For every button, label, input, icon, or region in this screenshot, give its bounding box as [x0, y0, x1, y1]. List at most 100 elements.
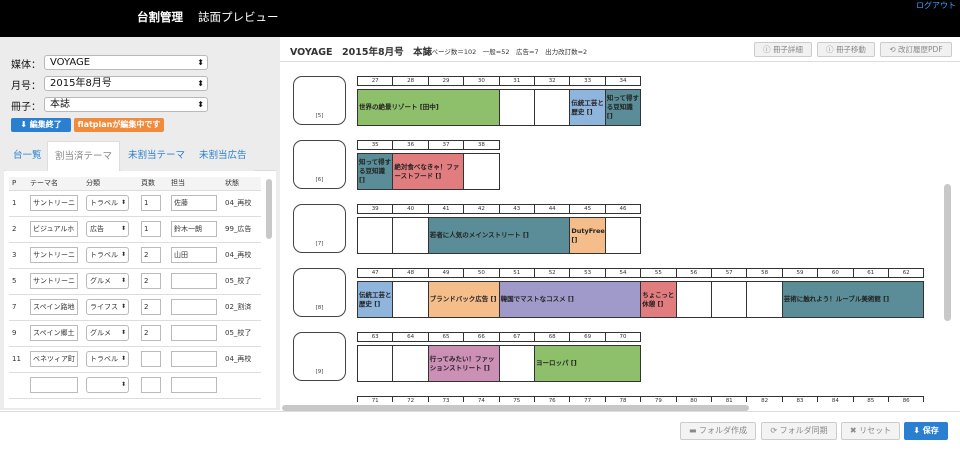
save-button[interactable]: ⬇ 保存	[904, 422, 948, 440]
theme-block[interactable]: 芸術に触れよう！ルーブル美術館 []	[781, 281, 925, 318]
theme-block[interactable]: ちょこっと休憩 []	[640, 281, 677, 318]
table-cell: トラベル ⬍	[83, 242, 138, 269]
assignee-input[interactable]	[171, 377, 217, 393]
spread-cover[interactable]: [6]	[293, 140, 346, 189]
theme-name-input[interactable]: サントリーニ	[30, 195, 78, 211]
spread-cover[interactable]: [5]	[293, 76, 346, 125]
empty-page-slot[interactable]	[392, 281, 429, 318]
assignee-input[interactable]: 鈴木一朗	[171, 221, 217, 237]
book-select[interactable]: 本誌 ⬍	[44, 97, 208, 112]
editing-status-button[interactable]: flatplanが編集中です	[74, 118, 164, 132]
theme-block[interactable]: 伝統工芸と歴史 []	[569, 89, 606, 126]
assignee-input[interactable]: 山田	[171, 247, 217, 263]
theme-name-input[interactable]: スペイン路地	[30, 299, 78, 315]
theme-name-input[interactable]: ビジュアルホ	[30, 221, 78, 237]
table-row[interactable]: 1 サントリーニ トラベル ⬍ 1 佐藤 04_再校	[9, 190, 261, 217]
column-header: 担当	[168, 177, 222, 191]
empty-page-slot[interactable]	[675, 281, 712, 318]
category-select[interactable]: トラベル ⬍	[86, 195, 129, 211]
page-number-cell: 31	[498, 76, 535, 86]
assignee-input[interactable]	[171, 273, 217, 289]
theme-name-input[interactable]	[30, 377, 78, 393]
theme-block[interactable]: 知って得する豆知識 []	[604, 89, 642, 126]
page-number-cell: 72	[392, 396, 429, 402]
nav-tab-flatplan[interactable]: 台割管理	[137, 9, 183, 25]
theme-block[interactable]: 世界の絶景リゾート [田中]	[357, 89, 500, 126]
theme-block[interactable]: ブランドバック広告 []	[427, 281, 500, 318]
empty-page-slot[interactable]	[711, 281, 748, 318]
nav-tab-preview[interactable]: 誌面プレビュー	[198, 9, 279, 25]
empty-page-slot[interactable]	[498, 345, 535, 382]
theme-block[interactable]: ヨーロッパ []	[534, 345, 642, 382]
spread-cover[interactable]: [8]	[293, 268, 346, 317]
tab-unassigned-ads[interactable]: 未割当広告	[192, 141, 254, 171]
sync-folder-button[interactable]: ⟳ フォルダ同期	[761, 422, 837, 440]
theme-block[interactable]: 伝統工芸と歴史 []	[357, 281, 394, 318]
category-select[interactable]: ライフス ⬍	[86, 299, 129, 315]
category-select[interactable]: トラベル ⬍	[86, 351, 129, 367]
table-row[interactable]: ⬍	[9, 372, 261, 399]
theme-block[interactable]: 若者に人気のメインストリート []	[427, 217, 571, 254]
theme-block[interactable]: 韓国でマストなコスメ []	[498, 281, 642, 318]
book-detail-button[interactable]: ⓘ 冊子詳細	[754, 42, 812, 57]
page-number-cell: 62	[888, 268, 925, 278]
theme-name-input[interactable]: サントリーニ	[30, 273, 78, 289]
table-cell: 7	[9, 294, 27, 321]
table-row[interactable]: 7 スペイン路地 ライフス ⬍ 2 02_割済	[9, 294, 261, 321]
empty-page-slot[interactable]	[357, 345, 394, 382]
assignee-input[interactable]	[171, 325, 217, 341]
assignee-input[interactable]	[171, 351, 217, 367]
issue-select[interactable]: 2015年8月号 ⬍	[44, 76, 208, 91]
page-count-input[interactable]	[141, 377, 161, 393]
page-count-input[interactable]: 1	[141, 221, 161, 237]
empty-page-slot[interactable]	[498, 89, 535, 126]
table-row[interactable]: 11 ベネツィア町 トラベル ⬍ 04_再校	[9, 346, 261, 373]
page-count-input[interactable]: 2	[141, 247, 161, 263]
theme-block[interactable]: 行ってみたい！ファッションストリート []	[427, 345, 500, 382]
table-scrollbar[interactable]	[266, 179, 272, 239]
create-folder-button[interactable]: ▬ フォルダ作成	[680, 422, 756, 440]
empty-page-slot[interactable]	[463, 153, 500, 190]
page-number-cell: 73	[427, 396, 465, 402]
theme-name-input[interactable]: ベネツィア町	[30, 351, 78, 367]
assignee-input[interactable]	[171, 299, 217, 315]
assignee-input[interactable]: 佐藤	[171, 195, 217, 211]
table-row[interactable]: 9 スペイン郷土 グルメ ⬍ 2 05_校了	[9, 320, 261, 347]
tab-unassigned-themes[interactable]: 未割当テーマ	[121, 141, 193, 171]
theme-name-input[interactable]: サントリーニ	[30, 247, 78, 263]
vertical-scrollbar[interactable]	[944, 184, 951, 321]
reset-button[interactable]: ✖ リセット	[841, 422, 900, 440]
page-count-input[interactable]: 2	[141, 273, 161, 289]
theme-name-input[interactable]: スペイン郷土	[30, 325, 78, 341]
logout-link[interactable]: ログアウト	[916, 0, 956, 11]
media-select[interactable]: VOYAGE ⬍	[44, 55, 208, 70]
page-count-input[interactable]	[141, 351, 161, 367]
spread-cover[interactable]: [7]	[293, 204, 346, 253]
category-select[interactable]: ⬍	[86, 377, 129, 393]
page-count-input[interactable]: 1	[141, 195, 161, 211]
category-select[interactable]: トラベル ⬍	[86, 247, 129, 263]
category-select[interactable]: グルメ ⬍	[86, 325, 129, 341]
empty-page-slot[interactable]	[357, 217, 394, 254]
category-select[interactable]: 広告 ⬍	[86, 221, 129, 237]
spread-cover[interactable]: [9]	[293, 332, 346, 381]
revision-pdf-button[interactable]: ⟲ 改訂履歴PDF	[880, 42, 952, 57]
page-count-input[interactable]: 2	[141, 299, 161, 315]
tab-assigned-themes[interactable]: 割当済テーマ	[47, 141, 121, 171]
empty-page-slot[interactable]	[392, 217, 429, 254]
table-row[interactable]: 2 ビジュアルホ 広告 ⬍ 1 鈴木一朗 99_広告	[9, 216, 261, 243]
theme-block[interactable]: 絶対食べなきゃ！ファーストフード []	[392, 153, 465, 190]
empty-page-slot[interactable]	[534, 89, 571, 126]
book-move-button[interactable]: ⓘ 冊子移動	[817, 42, 875, 57]
theme-block[interactable]: 知って得する豆知識 []	[357, 153, 394, 190]
tab-flatplan-list[interactable]: 台一覧	[6, 141, 49, 171]
finish-edit-button[interactable]: ⬇ 編集終了	[11, 118, 71, 132]
category-select[interactable]: グルメ ⬍	[86, 273, 129, 289]
table-row[interactable]: 5 サントリーニ グルメ ⬍ 2 05_校了	[9, 268, 261, 295]
theme-block[interactable]: DutyFree []	[569, 217, 606, 254]
empty-page-slot[interactable]	[392, 345, 429, 382]
empty-page-slot[interactable]	[746, 281, 783, 318]
page-count-input[interactable]: 2	[141, 325, 161, 341]
empty-page-slot[interactable]	[604, 217, 642, 254]
table-row[interactable]: 3 サントリーニ トラベル ⬍ 2 山田 04_再校	[9, 242, 261, 269]
